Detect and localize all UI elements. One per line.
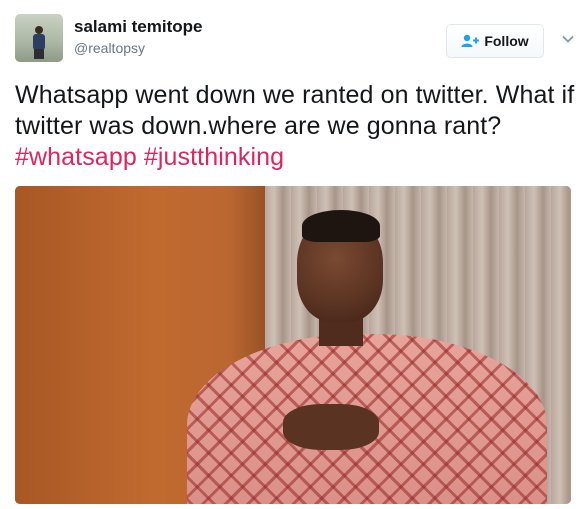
- display-name[interactable]: salami temitope: [74, 17, 203, 37]
- user-avatar[interactable]: [15, 14, 63, 62]
- tweet-body: Whatsapp went down we ranted on twitter.…: [15, 81, 575, 140]
- follow-button-label: Follow: [484, 33, 529, 49]
- hashtag-link[interactable]: #whatsapp: [15, 143, 137, 171]
- tweet-card: salami temitope @realtopsy Follow Whatsa…: [0, 0, 584, 509]
- follow-button[interactable]: Follow: [446, 24, 544, 58]
- tweet-text: Whatsapp went down we ranted on twitter.…: [15, 80, 575, 173]
- tweet-photo[interactable]: [15, 186, 571, 504]
- user-handle[interactable]: @realtopsy: [74, 40, 145, 56]
- avatar-figure-legs: [34, 49, 44, 59]
- add-person-icon: [461, 34, 480, 47]
- avatar-figure-head: [35, 26, 43, 34]
- hashtag-link[interactable]: #justthinking: [144, 143, 284, 171]
- avatar-figure-body: [33, 34, 45, 50]
- chevron-down-icon[interactable]: [562, 33, 574, 45]
